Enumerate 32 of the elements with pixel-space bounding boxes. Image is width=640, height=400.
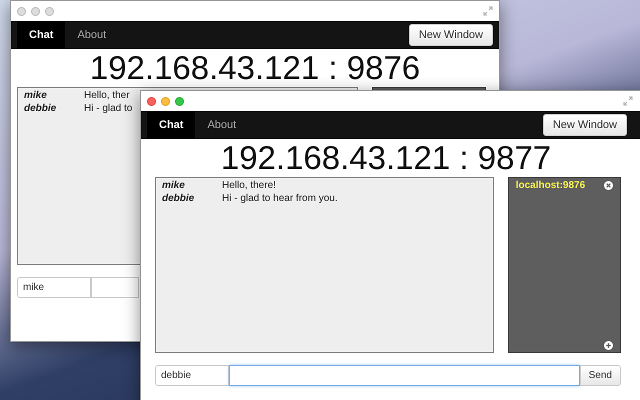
- add-icon[interactable]: [604, 341, 613, 350]
- fullscreen-icon[interactable]: [623, 96, 633, 106]
- window-control-button[interactable]: [161, 96, 170, 106]
- message-user: mike: [24, 90, 48, 101]
- message-text: Hello, there!: [222, 180, 276, 191]
- send-button[interactable]: Send: [580, 365, 621, 386]
- window-control-button[interactable]: [17, 6, 26, 16]
- new-window-button[interactable]: New Window: [542, 114, 627, 136]
- close-icon[interactable]: [604, 181, 613, 190]
- name-field[interactable]: debbie: [155, 365, 229, 386]
- message-text: Hi - glad to hear from you.: [222, 193, 338, 204]
- message-user: debbie: [162, 193, 196, 204]
- name-field[interactable]: mike: [17, 277, 91, 298]
- window-control-button[interactable]: [45, 6, 54, 16]
- window-control-button[interactable]: [175, 96, 184, 106]
- message-field[interactable]: [229, 365, 580, 386]
- server-address: 192.168.43.121 : 9877: [220, 139, 552, 177]
- nav-tab[interactable]: Chat: [17, 21, 66, 49]
- nav-tab[interactable]: Chat: [147, 111, 196, 139]
- message-user: debbie: [24, 103, 58, 114]
- window-control-button[interactable]: [147, 96, 156, 106]
- nav-tab[interactable]: About: [195, 111, 248, 139]
- message-field[interactable]: [91, 277, 139, 298]
- nav-tab[interactable]: About: [65, 21, 118, 49]
- new-window-button[interactable]: New Window: [408, 24, 493, 46]
- message-text: Hello, ther: [84, 90, 130, 101]
- message-user: mike: [162, 180, 186, 191]
- server-address: 192.168.43.121 : 9876: [88, 49, 422, 87]
- peer-label[interactable]: localhost:9876: [516, 180, 586, 191]
- window-control-button[interactable]: [31, 6, 40, 16]
- fullscreen-icon[interactable]: [483, 6, 493, 16]
- message-text: Hi - glad to: [84, 103, 132, 114]
